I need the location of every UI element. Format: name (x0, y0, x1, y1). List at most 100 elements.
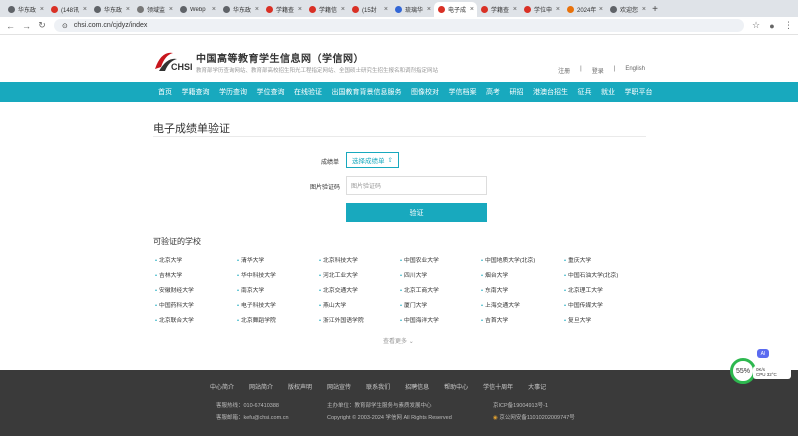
school-item[interactable]: 北京舞蹈学院 (237, 315, 276, 324)
school-item[interactable]: 电子科技大学 (237, 300, 276, 309)
close-icon[interactable]: × (169, 6, 173, 13)
site-info-icon[interactable]: ⊙ (62, 22, 68, 30)
new-tab-icon[interactable]: + (649, 2, 661, 17)
footer-link[interactable]: 大事记 (528, 382, 546, 391)
browser-tab[interactable]: 华东政 × (90, 2, 133, 17)
browser-tab[interactable]: (148讯 × (47, 2, 90, 17)
choose-transcript-button[interactable]: 选择成绩单 ⇧ (346, 152, 399, 168)
back-icon[interactable]: ← (6, 21, 15, 31)
nav-item[interactable]: 港澳台招生 (533, 87, 568, 97)
school-item[interactable]: 北京理工大学 (564, 285, 603, 294)
close-icon[interactable]: × (341, 6, 345, 13)
school-item[interactable]: 北京科技大学 (319, 255, 358, 264)
school-item[interactable]: 北京联合大学 (155, 315, 194, 324)
school-item[interactable]: 吉林大学 (155, 270, 182, 279)
footer-link[interactable]: 中心简介 (210, 382, 234, 391)
bookmark-star-icon[interactable]: ☆ (752, 20, 760, 31)
close-icon[interactable]: × (427, 6, 431, 13)
forward-icon[interactable]: → (22, 21, 31, 31)
menu-icon[interactable]: ⋮ (784, 20, 793, 31)
url-field[interactable]: ⊙ chsi.com.cn/cjdyz/index (54, 19, 744, 32)
reload-icon[interactable]: ↻ (38, 20, 46, 31)
browser-tab[interactable]: 华东政 × (4, 2, 47, 17)
school-item[interactable]: 河北工业大学 (319, 270, 358, 279)
browser-tab[interactable]: 华东政 × (219, 2, 262, 17)
school-item[interactable]: 上海交通大学 (481, 300, 520, 309)
close-icon[interactable]: × (83, 6, 87, 13)
footer-link[interactable]: 网站宣传 (327, 382, 351, 391)
school-item[interactable]: 四川大学 (400, 270, 427, 279)
profile-icon[interactable]: ● (768, 21, 776, 31)
captcha-input[interactable]: 图片验证码 (346, 176, 487, 195)
nav-item[interactable]: 学历查询 (219, 87, 247, 97)
nav-item[interactable]: 出国教育背景信息服务 (332, 87, 402, 97)
browser-tab[interactable]: 学籍查 × (262, 2, 305, 17)
browser-tab[interactable]: (15封 × (348, 2, 391, 17)
close-icon[interactable]: × (642, 6, 646, 13)
browser-tab[interactable]: Webp × (176, 2, 219, 17)
nav-item[interactable]: 高考 (486, 87, 500, 97)
school-item[interactable]: 北京工商大学 (400, 285, 439, 294)
ai-assistant-badge[interactable]: AI (757, 349, 769, 358)
close-icon[interactable]: × (298, 6, 302, 13)
login-link[interactable]: 登录 (592, 66, 604, 75)
icp-number[interactable]: 京ICP备19004913号-1 (493, 401, 548, 409)
school-item[interactable]: 中国石油大学(北京) (564, 270, 618, 279)
footer-link[interactable]: 招聘信息 (405, 382, 429, 391)
browser-tab[interactable]: 欢迎您 × (606, 2, 649, 17)
nav-item[interactable]: 学位查询 (257, 87, 285, 97)
school-item[interactable]: 重庆大学 (564, 255, 591, 264)
school-item[interactable]: 中国传媒大学 (564, 300, 603, 309)
close-icon[interactable]: × (255, 6, 259, 13)
nav-item[interactable]: 学信档案 (449, 87, 477, 97)
school-item[interactable]: 浙江外国语学院 (319, 315, 364, 324)
close-icon[interactable]: × (126, 6, 130, 13)
close-icon[interactable]: × (40, 6, 44, 13)
school-item[interactable]: 复旦大学 (564, 315, 591, 324)
browser-tab[interactable]: 学籍查 × (477, 2, 520, 17)
nav-item[interactable]: 学籍查询 (182, 87, 210, 97)
close-icon[interactable]: × (470, 6, 474, 13)
footer-link[interactable]: 网站简介 (249, 382, 273, 391)
school-item[interactable]: 中国农业大学 (400, 255, 439, 264)
school-item[interactable]: 中国海洋大学 (400, 315, 439, 324)
close-icon[interactable]: × (556, 6, 560, 13)
school-item[interactable]: 中国药科大学 (155, 300, 194, 309)
close-icon[interactable]: × (513, 6, 517, 13)
close-icon[interactable]: × (384, 6, 388, 13)
nav-item[interactable]: 在线验证 (294, 87, 322, 97)
close-icon[interactable]: × (599, 6, 603, 13)
close-icon[interactable]: × (212, 6, 216, 13)
nav-item[interactable]: 研招 (510, 87, 524, 97)
school-item[interactable]: 东南大学 (481, 285, 508, 294)
school-item[interactable]: 安徽财经大学 (155, 285, 194, 294)
verify-button[interactable]: 验证 (346, 203, 487, 222)
footer-link[interactable]: 联系我们 (366, 382, 390, 391)
school-item[interactable]: 烟台大学 (481, 270, 508, 279)
browser-tab[interactable]: 琉璃华 × (391, 2, 434, 17)
school-item[interactable]: 北京交通大学 (319, 285, 358, 294)
nav-item[interactable]: 图像校对 (411, 87, 439, 97)
school-item[interactable]: 厦门大学 (400, 300, 427, 309)
browser-tab[interactable]: 电子成 × (434, 2, 477, 17)
nav-item[interactable]: 征兵 (578, 87, 592, 97)
police-record[interactable]: ◉ 京公网安备11010202009747号 (493, 413, 575, 421)
school-item[interactable]: 北京大学 (155, 255, 182, 264)
footer-link[interactable]: 学信十周年 (483, 382, 513, 391)
view-more-link[interactable]: 查看更多 ⌄ (383, 336, 414, 345)
nav-item[interactable]: 就业 (601, 87, 615, 97)
school-item[interactable]: 中国地质大学(北京) (481, 255, 535, 264)
school-item[interactable]: 燕山大学 (319, 300, 346, 309)
school-item[interactable]: 吉首大学 (481, 315, 508, 324)
footer-link[interactable]: 帮助中心 (444, 382, 468, 391)
nav-item[interactable]: 首页 (158, 87, 172, 97)
school-item[interactable]: 清华大学 (237, 255, 264, 264)
school-item[interactable]: 华中科技大学 (237, 270, 276, 279)
browser-tab[interactable]: 2024年 × (563, 2, 606, 17)
footer-link[interactable]: 版权声明 (288, 382, 312, 391)
register-link[interactable]: 注册 (558, 66, 570, 75)
english-link[interactable]: English (625, 66, 645, 75)
browser-tab[interactable]: 领域监 × (133, 2, 176, 17)
nav-item[interactable]: 学职平台 (625, 87, 653, 97)
browser-tab[interactable]: 学位申 × (520, 2, 563, 17)
